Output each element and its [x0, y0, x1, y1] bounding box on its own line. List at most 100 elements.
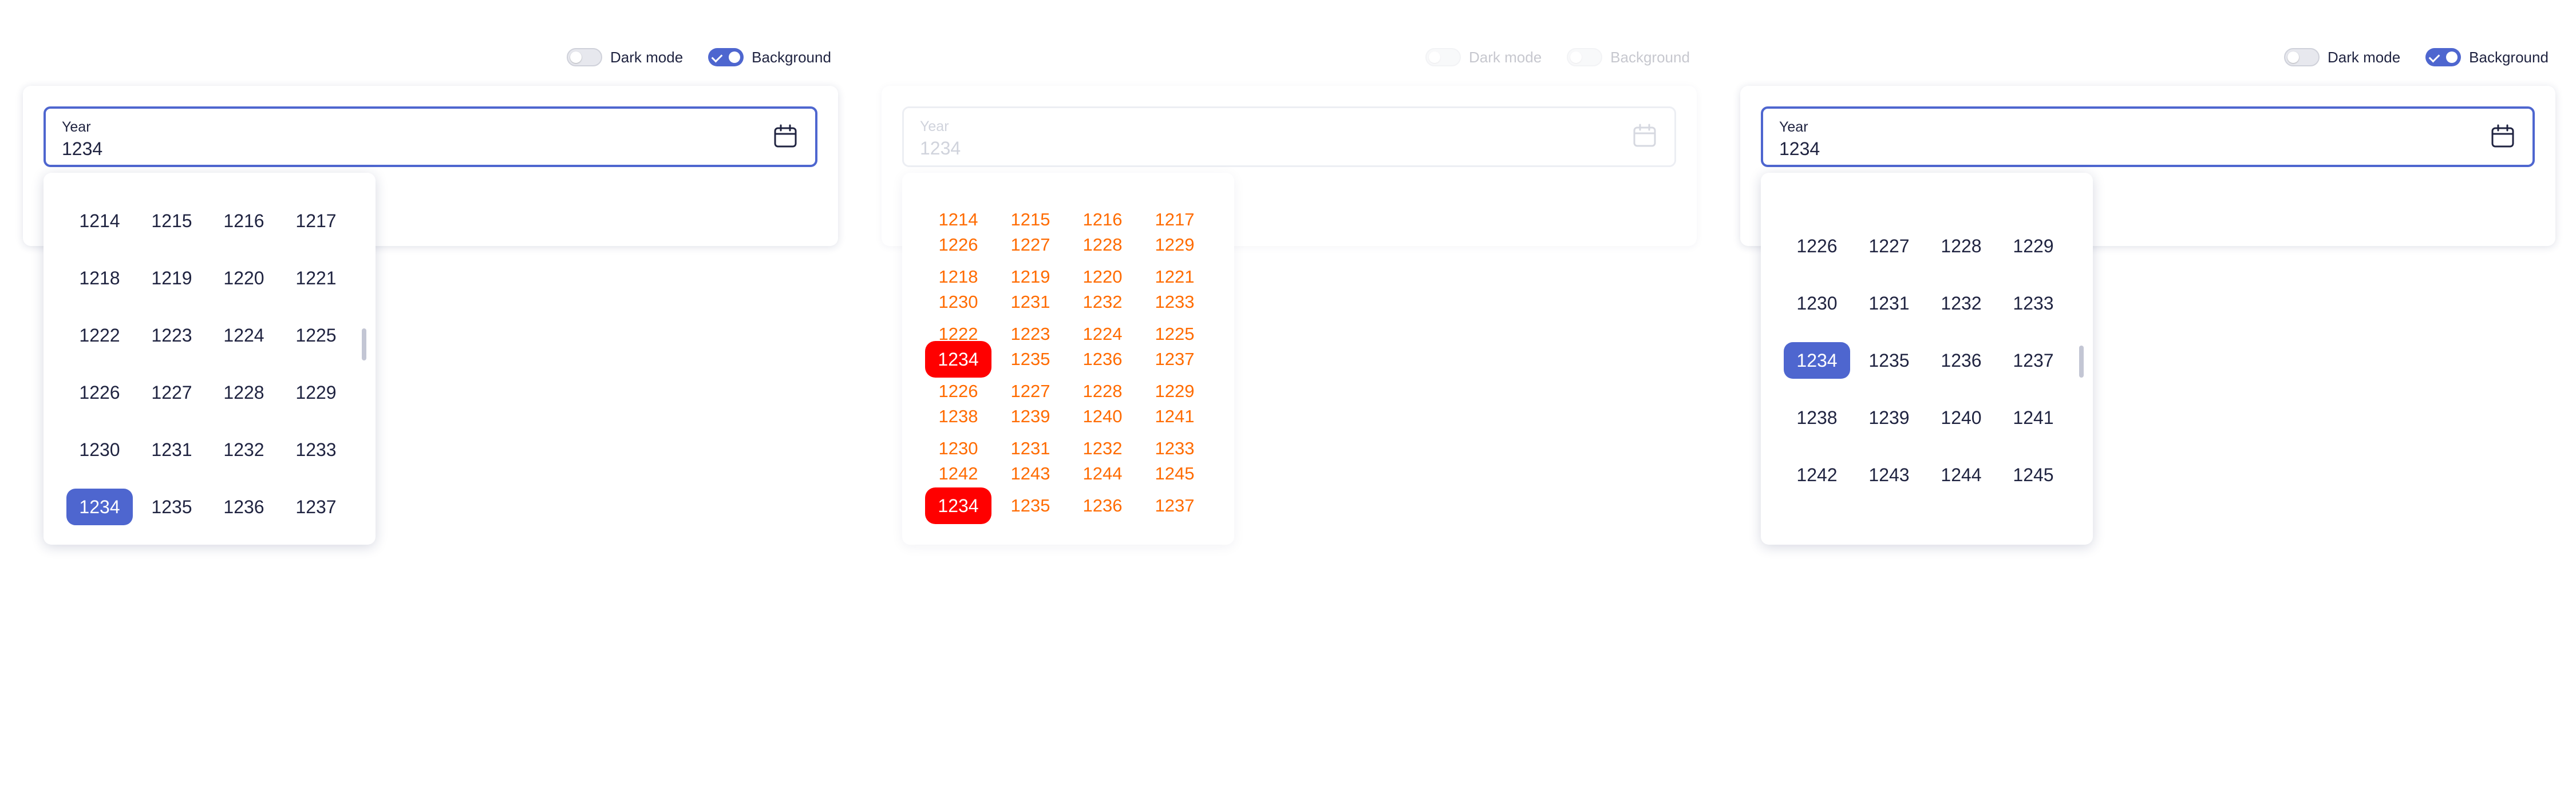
year-option[interactable]: 1237	[1141, 348, 1208, 371]
year-option[interactable]: 1243	[1856, 457, 1922, 493]
year-option[interactable]: 1224	[1069, 323, 1136, 346]
year-option[interactable]: 1228	[1069, 380, 1136, 403]
year-option[interactable]: 1228	[1069, 233, 1136, 256]
year-option[interactable]: 1240	[1069, 405, 1136, 428]
year-option[interactable]: 1214	[66, 203, 133, 239]
year-option[interactable]: 1218	[66, 260, 133, 296]
calendar-icon[interactable]	[773, 124, 798, 149]
year-option[interactable]: 1216	[1069, 208, 1136, 231]
year-option[interactable]: 1241	[1141, 405, 1208, 428]
year-option[interactable]: 1233	[1141, 437, 1208, 460]
year-option[interactable]: 1243	[997, 462, 1064, 485]
year-option[interactable]: 1245	[1141, 462, 1208, 485]
scrollbar-thumb[interactable]	[362, 328, 366, 360]
year-option[interactable]: 1233	[2000, 285, 2067, 322]
dark-mode-switch[interactable]	[2284, 48, 2320, 66]
year-option-selected[interactable]: 1234	[925, 341, 991, 378]
year-option[interactable]: 1214	[925, 208, 991, 231]
year-option[interactable]: 1236	[211, 489, 277, 525]
year-option[interactable]: 1227	[139, 374, 205, 411]
year-field[interactable]: Year 1234	[1761, 106, 2535, 167]
year-option[interactable]: 1228	[211, 374, 277, 411]
year-option[interactable]: 1235	[1856, 342, 1922, 379]
year-option[interactable]: 1238	[925, 405, 991, 428]
year-option[interactable]: 1235	[997, 348, 1064, 371]
year-option[interactable]: 1226	[1784, 228, 1850, 264]
year-option[interactable]: 1222	[66, 317, 133, 354]
year-option[interactable]: 1226	[925, 380, 991, 403]
year-option[interactable]: 1230	[925, 291, 991, 314]
year-option[interactable]: 1226	[925, 233, 991, 256]
dark-mode-switch[interactable]	[1425, 48, 1461, 66]
year-option[interactable]: 1215	[997, 208, 1064, 231]
background-switch[interactable]	[2425, 48, 2462, 66]
background-toggle[interactable]: Background	[708, 48, 831, 66]
background-switch[interactable]	[1567, 48, 1603, 66]
year-option[interactable]: 1239	[1856, 399, 1922, 436]
year-option[interactable]: 1219	[139, 260, 205, 296]
year-option[interactable]: 1231	[997, 437, 1064, 460]
year-option[interactable]: 1236	[1928, 342, 1994, 379]
year-option[interactable]: 1229	[1141, 233, 1208, 256]
year-option[interactable]: 1240	[1928, 399, 1994, 436]
year-option[interactable]: 1235	[997, 494, 1064, 517]
year-option[interactable]: 1229	[2000, 228, 2067, 264]
background-toggle[interactable]: Background	[2425, 48, 2549, 66]
year-option[interactable]: 1232	[1069, 291, 1136, 314]
background-switch[interactable]	[708, 48, 744, 66]
year-option[interactable]: 1239	[997, 405, 1064, 428]
year-option[interactable]: 1232	[1069, 437, 1136, 460]
year-option[interactable]: 1231	[139, 431, 205, 468]
year-option[interactable]: 1226	[66, 374, 133, 411]
year-option[interactable]: 1223	[997, 323, 1064, 346]
year-option[interactable]: 1220	[211, 260, 277, 296]
year-field[interactable]: Year 1234	[902, 106, 1676, 167]
year-option[interactable]: 1225	[283, 317, 349, 354]
year-option[interactable]: 1244	[1069, 462, 1136, 485]
year-option[interactable]: 1236	[1069, 494, 1136, 517]
year-option[interactable]: 1237	[1141, 494, 1208, 517]
year-option[interactable]: 1225	[1141, 323, 1208, 346]
year-option[interactable]: 1217	[283, 203, 349, 239]
year-option[interactable]: 1229	[283, 374, 349, 411]
year-field[interactable]: Year 1234	[44, 106, 817, 167]
year-option[interactable]: 1233	[283, 431, 349, 468]
year-option-selected[interactable]: 1234	[925, 487, 991, 524]
year-option[interactable]: 1231	[1856, 285, 1922, 322]
year-option[interactable]: 1242	[925, 462, 991, 485]
year-option[interactable]: 1217	[1141, 208, 1208, 231]
year-option[interactable]: 1219	[997, 265, 1064, 288]
year-option[interactable]: 1242	[1784, 457, 1850, 493]
dark-mode-toggle[interactable]: Dark mode	[567, 48, 683, 66]
year-option[interactable]: 1237	[283, 489, 349, 525]
year-option[interactable]: 1230	[66, 431, 133, 468]
year-option[interactable]: 1238	[1784, 399, 1850, 436]
year-option[interactable]: 1244	[1928, 457, 1994, 493]
year-option[interactable]: 1218	[925, 265, 991, 288]
scrollbar-thumb[interactable]	[2079, 346, 2084, 378]
year-option[interactable]: 1231	[997, 291, 1064, 314]
calendar-icon[interactable]	[2490, 124, 2515, 149]
year-option[interactable]: 1237	[2000, 342, 2067, 379]
year-option-selected[interactable]: 1234	[66, 489, 133, 525]
year-option[interactable]: 1223	[139, 317, 205, 354]
year-option[interactable]: 1229	[1141, 380, 1208, 403]
calendar-icon[interactable]	[1632, 123, 1657, 148]
year-option[interactable]: 1221	[1141, 265, 1208, 288]
year-option[interactable]: 1216	[211, 203, 277, 239]
dark-mode-toggle[interactable]: Dark mode	[2284, 48, 2400, 66]
year-option[interactable]: 1215	[139, 203, 205, 239]
year-option[interactable]: 1230	[925, 437, 991, 460]
year-option[interactable]: 1227	[1856, 228, 1922, 264]
dark-mode-switch[interactable]	[567, 48, 602, 66]
year-option[interactable]: 1221	[283, 260, 349, 296]
year-option[interactable]: 1220	[1069, 265, 1136, 288]
year-option[interactable]: 1227	[997, 233, 1064, 256]
year-option[interactable]: 1224	[211, 317, 277, 354]
year-option[interactable]: 1235	[139, 489, 205, 525]
year-option[interactable]: 1228	[1928, 228, 1994, 264]
dark-mode-toggle[interactable]: Dark mode	[1425, 48, 1542, 66]
year-option[interactable]: 1241	[2000, 399, 2067, 436]
background-toggle[interactable]: Background	[1567, 48, 1690, 66]
year-option-selected[interactable]: 1234	[1784, 342, 1850, 379]
